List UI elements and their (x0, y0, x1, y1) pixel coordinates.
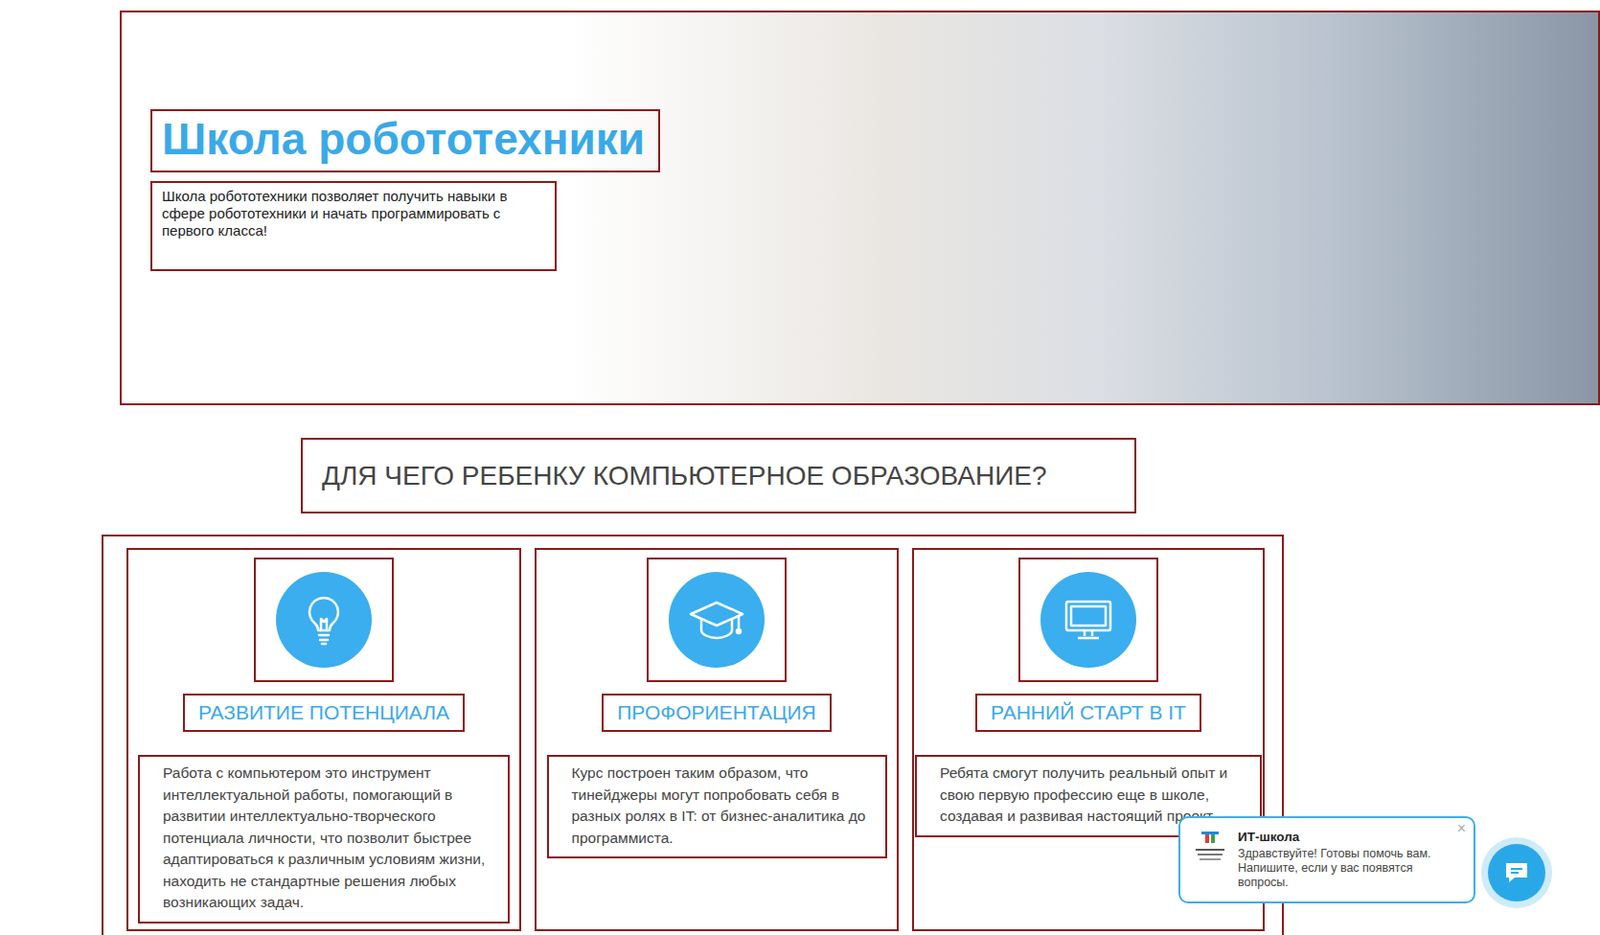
icon-frame (1018, 557, 1159, 683)
card-title: РАЗВИТИЕ ПОТЕНЦИАЛА (182, 693, 465, 732)
card-title: ПРОФОРИЕНТАЦИЯ (601, 693, 831, 732)
benefit-card: ПРОФОРИЕНТАЦИЯ Курс построен таким образо… (534, 548, 899, 932)
chat-icon (1487, 844, 1546, 902)
icon-frame (646, 557, 787, 683)
chat-popup[interactable]: ИТ-школаЗдравствуйте! Готовы помочь вам.… (1178, 816, 1476, 904)
chat-message: Здравствуйте! Готовы помочь вам. Напишит… (1237, 846, 1459, 891)
card-title: РАННИЙ СТАРТ В IT (975, 693, 1202, 732)
benefit-card: РАЗВИТИЕ ПОТЕНЦИАЛА Работа с компьютером … (126, 548, 522, 932)
lightbulb-icon (275, 571, 372, 668)
card-text: Работа с компьютером это инструмент инте… (137, 754, 510, 924)
hero-banner: Школа робототехники Школа робототехники п… (119, 10, 1600, 406)
chat-title: ИТ-школа (1237, 829, 1459, 845)
graduation-icon (668, 571, 765, 668)
chat-body: ИТ-школаЗдравствуйте! Готовы помочь вам.… (1237, 829, 1459, 894)
chat-button[interactable] (1481, 837, 1553, 909)
close-button[interactable]: × (1457, 820, 1466, 838)
section-heading: ДЛЯ ЧЕГО РЕБЕНКУ КОМПЬЮТЕРНОЕ ОБРАЗОВАНИ… (300, 437, 1137, 514)
card-text: Курс построен таким образом, что тинейдж… (547, 754, 888, 859)
hero-title: Школа робототехники (150, 109, 661, 173)
monitor-icon (1040, 571, 1137, 668)
hero-description: Школа робототехники позволяет получить н… (150, 181, 557, 272)
icon-frame (253, 557, 394, 683)
school-logo-icon (1191, 829, 1229, 894)
benefit-cards: РАЗВИТИЕ ПОТЕНЦИАЛА Работа с компьютером … (101, 534, 1284, 935)
